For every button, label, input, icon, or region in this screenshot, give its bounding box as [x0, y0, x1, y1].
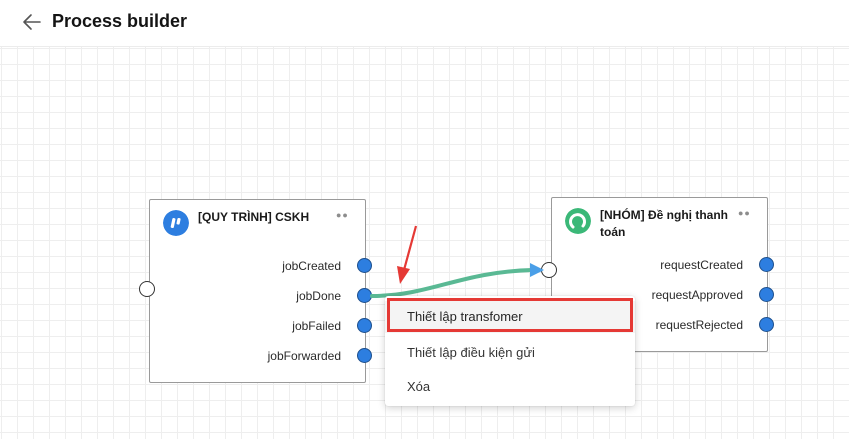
node-title-line2: toán — [600, 225, 626, 239]
context-menu: Thiết lập transfomer Thiết lập điều kiện… — [385, 296, 635, 406]
process-logo-icon — [163, 210, 189, 236]
port-label-jobForwarded: jobForwarded — [267, 349, 341, 363]
node-title-line1: [NHÓM] Đề nghị thanh — [600, 208, 728, 222]
page-title: Process builder — [52, 11, 188, 31]
output-port-requestRejected[interactable] — [759, 317, 774, 332]
port-label-requestRejected: requestRejected — [655, 318, 743, 332]
output-port-jobFailed[interactable] — [357, 318, 372, 333]
port-label-jobDone: jobDone — [296, 289, 341, 303]
menu-item-set-transformer[interactable]: Thiết lập transfomer — [385, 301, 635, 333]
menu-item-delete[interactable]: Xóa — [385, 371, 635, 403]
back-button[interactable] — [20, 10, 44, 34]
output-port-jobCreated[interactable] — [357, 258, 372, 273]
port-label-jobFailed: jobFailed — [292, 319, 341, 333]
output-port-requestCreated[interactable] — [759, 257, 774, 272]
node-title: [QUY TRÌNH] CSKH — [198, 210, 310, 224]
process-node-cskh[interactable]: [QUY TRÌNH] CSKH ●● jobCreated jobDone j… — [149, 199, 366, 383]
input-port[interactable] — [139, 281, 155, 297]
output-port-jobDone[interactable] — [357, 288, 372, 303]
menu-item-set-send-condition[interactable]: Thiết lập điều kiện gửi — [385, 337, 635, 369]
port-label-requestApproved: requestApproved — [651, 288, 743, 302]
port-label-jobCreated: jobCreated — [282, 259, 341, 273]
app-header: Process builder — [0, 0, 849, 47]
output-port-requestApproved[interactable] — [759, 287, 774, 302]
port-label-requestCreated: requestCreated — [660, 258, 743, 272]
drag-handle-icon[interactable]: ●● — [738, 208, 751, 218]
input-port[interactable] — [541, 262, 557, 278]
drag-handle-icon[interactable]: ●● — [336, 210, 349, 220]
output-port-jobForwarded[interactable] — [357, 348, 372, 363]
group-logo-icon — [565, 208, 591, 234]
arrow-left-icon — [23, 14, 41, 30]
